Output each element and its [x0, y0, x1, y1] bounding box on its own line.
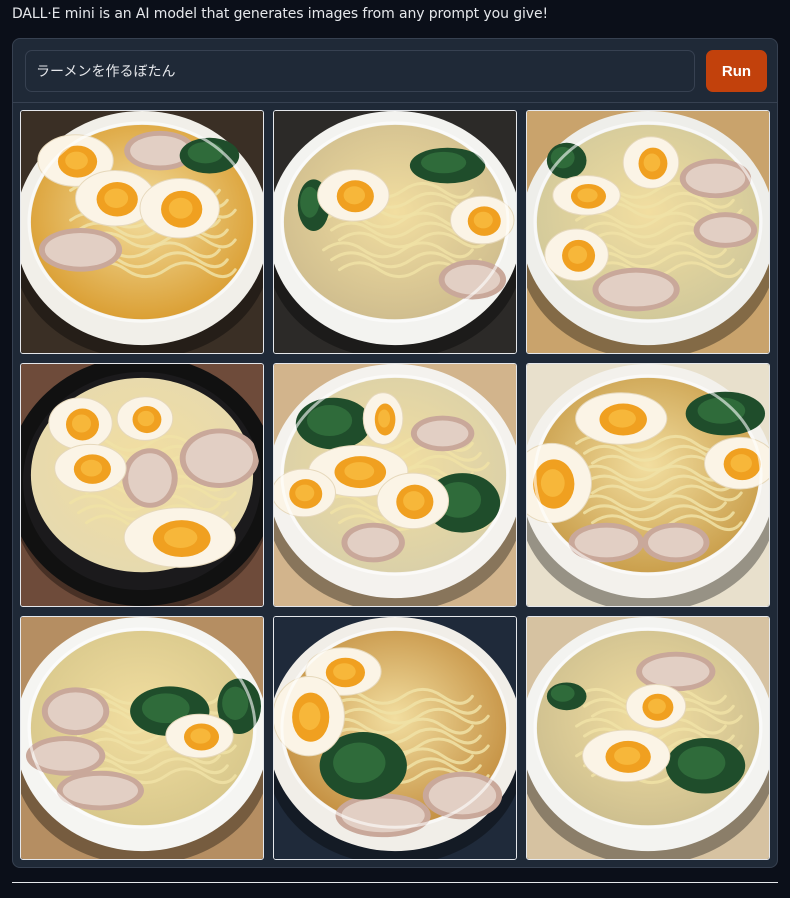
- generated-image-8[interactable]: [273, 616, 517, 860]
- generated-image-5[interactable]: [273, 363, 517, 607]
- image-gallery: [20, 110, 772, 862]
- generated-image-4[interactable]: [20, 363, 264, 607]
- generated-image-2[interactable]: [273, 110, 517, 354]
- generated-image-3[interactable]: [526, 110, 770, 354]
- footer-divider: [12, 882, 778, 883]
- prompt-row: Run: [13, 39, 777, 103]
- prompt-input[interactable]: [25, 50, 695, 92]
- generated-image-6[interactable]: [526, 363, 770, 607]
- generator-panel: Run: [12, 38, 778, 868]
- generated-image-7[interactable]: [20, 616, 264, 860]
- generated-image-9[interactable]: [526, 616, 770, 860]
- run-button[interactable]: Run: [706, 50, 767, 92]
- app-description: DALL·E mini is an AI model that generate…: [12, 6, 548, 22]
- generated-image-1[interactable]: [20, 110, 264, 354]
